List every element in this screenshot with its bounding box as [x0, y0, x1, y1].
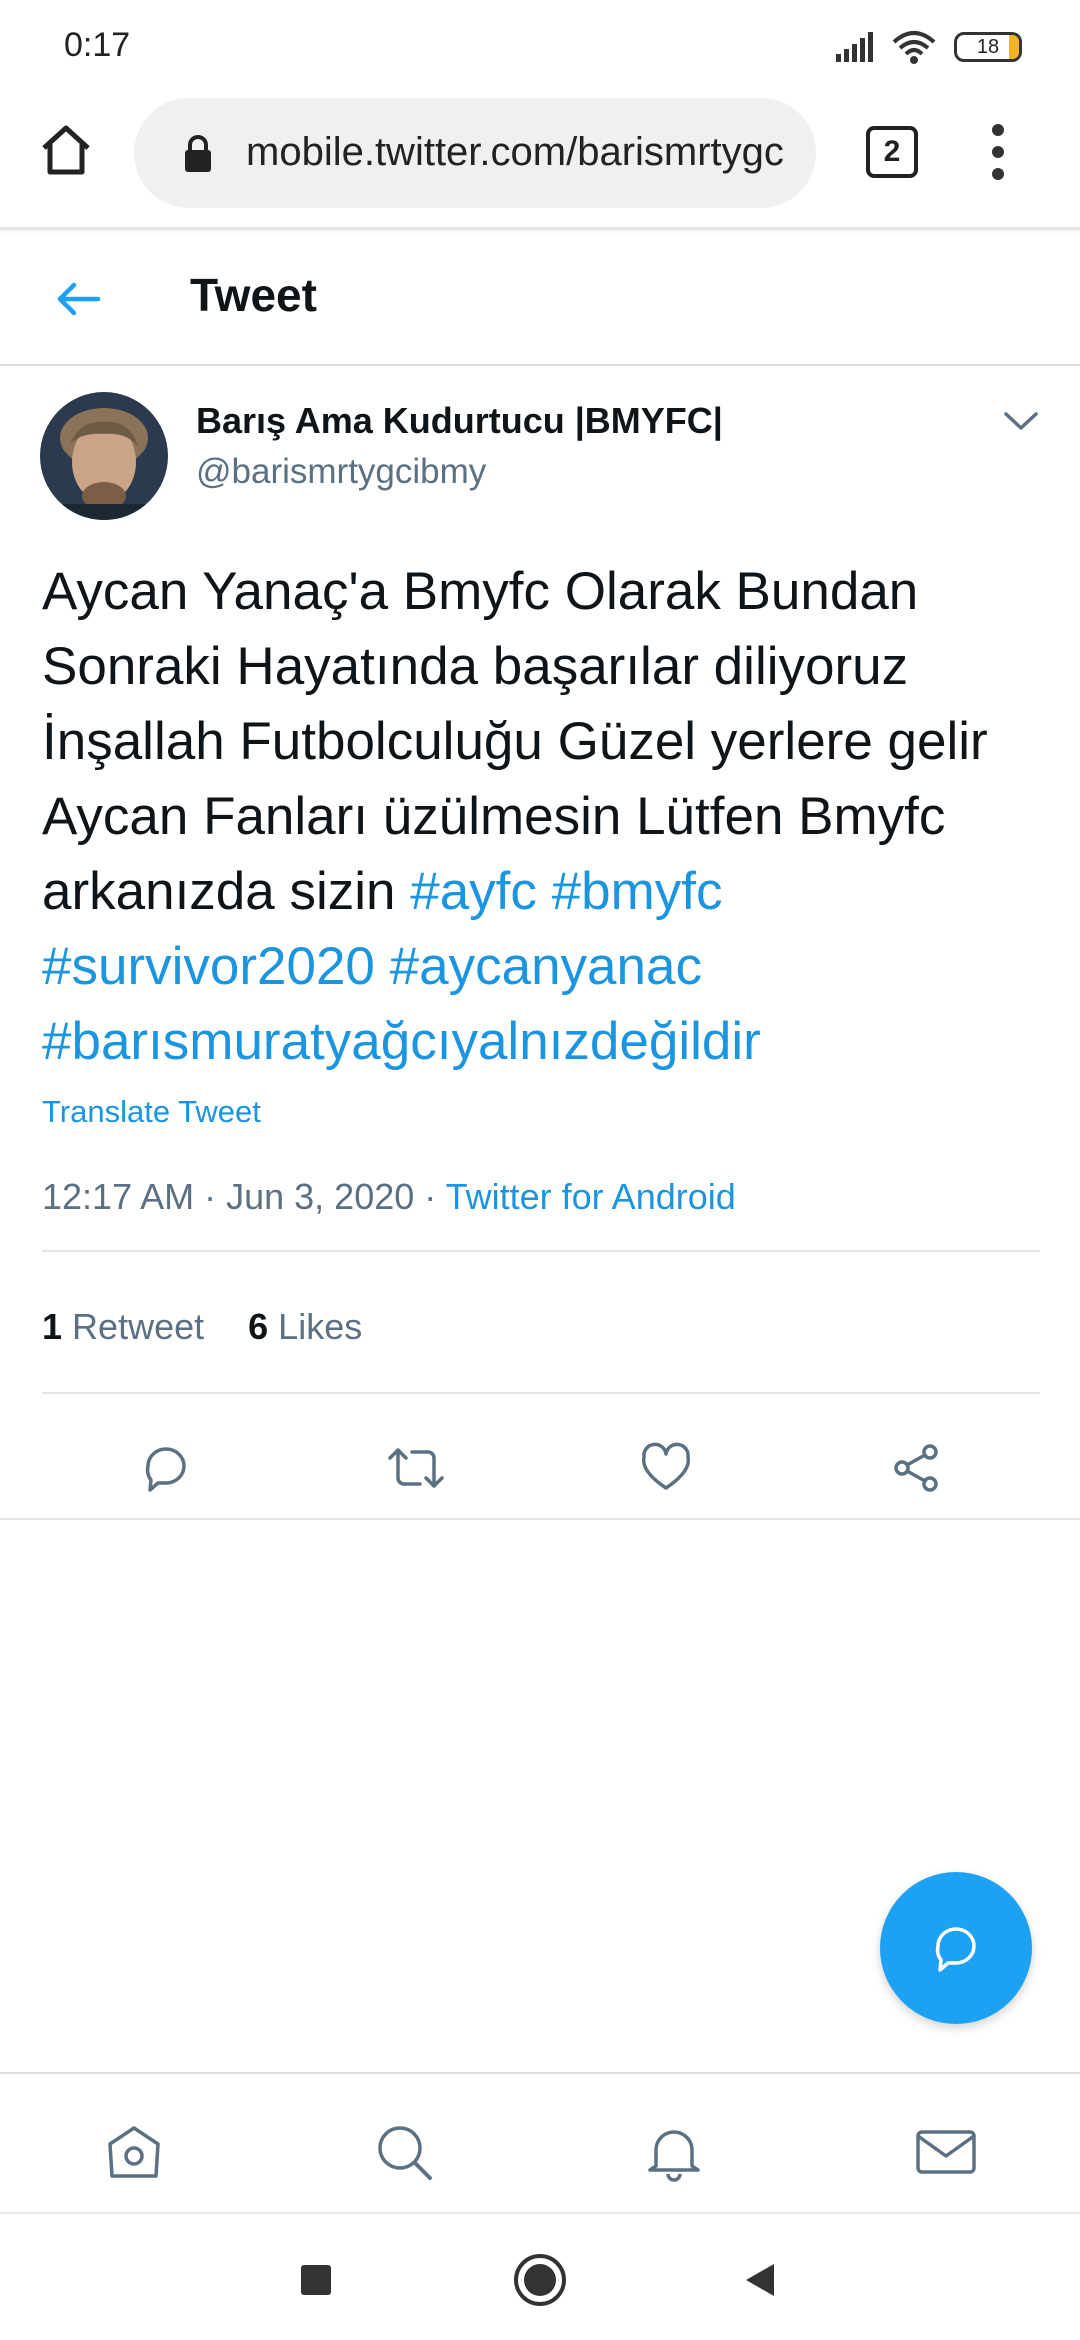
divider [42, 1250, 1040, 1252]
search-icon [378, 2126, 432, 2180]
tweet-stats: 1 Retweet 6 Likes [42, 1306, 362, 1348]
like-stat[interactable]: 6 Likes [248, 1306, 362, 1347]
divider [42, 1392, 1040, 1394]
translate-tweet-link[interactable]: Translate Tweet [42, 1094, 261, 1130]
hashtag-link[interactable]: #bmyfc [552, 862, 723, 921]
more-vertical-icon[interactable] [986, 124, 1010, 180]
nav-messages[interactable] [912, 2118, 980, 2186]
reply-button[interactable] [128, 1430, 204, 1506]
notifications-icon [648, 2130, 700, 2182]
author-handle[interactable]: @barismrtygcibmy [196, 452, 486, 492]
system-home-button[interactable] [510, 2250, 570, 2310]
battery-level: 18 [976, 35, 1000, 58]
home-icon [42, 125, 90, 175]
nav-search[interactable] [370, 2118, 438, 2186]
status-time: 0:17 [64, 26, 131, 64]
hashtag-link[interactable]: #survivor2020 [42, 937, 375, 996]
tab-count: 2 [883, 135, 901, 168]
home-icon [108, 2126, 160, 2178]
tabs-button[interactable]: 2 [866, 126, 918, 178]
retweet-label: Retweet [72, 1306, 205, 1347]
avatar[interactable] [40, 392, 168, 520]
meta-separator: · [424, 1176, 437, 1217]
address-bar[interactable]: mobile.twitter.com/barismrtygcibmy [134, 98, 816, 208]
tweet-header: Tweet [0, 232, 1080, 366]
share-button[interactable] [878, 1430, 954, 1506]
status-icons: 18 [834, 30, 1022, 64]
tweet-timestamp[interactable]: 12:17 AM · Jun 3, 2020 [42, 1176, 414, 1217]
battery-icon: 18 [954, 32, 1022, 62]
home-circle-icon [514, 2254, 566, 2306]
bottom-navigation [0, 2072, 1080, 2212]
recents-icon [301, 2265, 331, 2295]
browser-toolbar: mobile.twitter.com/barismrtygcibmy 2 [0, 92, 1080, 230]
back-button[interactable] [52, 272, 106, 326]
page-title: Tweet [190, 269, 317, 321]
like-label: Likes [278, 1306, 363, 1347]
messages-icon [916, 2130, 976, 2174]
reply-icon [145, 1447, 186, 1492]
compose-reply-fab[interactable] [880, 1872, 1032, 2024]
signal-icon [836, 32, 873, 62]
tweet-text: Aycan Yanaç'a Bmyfc Olarak Bundan Sonrak… [42, 554, 1052, 1079]
nav-notifications[interactable] [640, 2118, 708, 2186]
like-button[interactable] [628, 1430, 704, 1506]
tweet-source-link[interactable]: Twitter for Android [446, 1176, 736, 1217]
status-bar: 0:17 18 [0, 0, 1080, 92]
back-triangle-icon [746, 2264, 774, 2296]
hashtag-link[interactable]: #aycanyanac [390, 937, 702, 996]
tweet-meta: 12:17 AM · Jun 3, 2020 · Twitter for And… [42, 1176, 736, 1218]
hashtag-link[interactable]: #barısmuratyağcıyalnızdeğildir [42, 1012, 761, 1071]
retweet-button[interactable] [378, 1430, 454, 1506]
tweet-actions [0, 1418, 1080, 1520]
retweet-count: 1 [42, 1306, 63, 1347]
back-arrow-icon [57, 282, 101, 316]
system-navigation [0, 2212, 1080, 2340]
wifi-icon [892, 31, 936, 64]
chevron-down-icon [1004, 412, 1038, 430]
retweet-stat[interactable]: 1 Retweet [42, 1306, 204, 1347]
tweet-options-button[interactable] [1000, 406, 1042, 436]
retweet-icon [388, 1448, 444, 1488]
system-back-button[interactable] [730, 2250, 790, 2310]
like-icon [641, 1442, 691, 1490]
author-name[interactable]: Barış Ama Kudurtucu |BMYFC| [196, 400, 723, 442]
reply-icon [935, 1927, 976, 1972]
like-count: 6 [248, 1306, 269, 1347]
nav-home[interactable] [100, 2118, 168, 2186]
recents-button[interactable] [286, 2250, 346, 2310]
lock-icon [185, 135, 211, 172]
browser-home-button[interactable] [36, 120, 96, 180]
share-icon [894, 1444, 938, 1492]
hashtag-link[interactable]: #ayfc [410, 862, 537, 921]
url-text: mobile.twitter.com/barismrtygcibmy [246, 130, 786, 174]
